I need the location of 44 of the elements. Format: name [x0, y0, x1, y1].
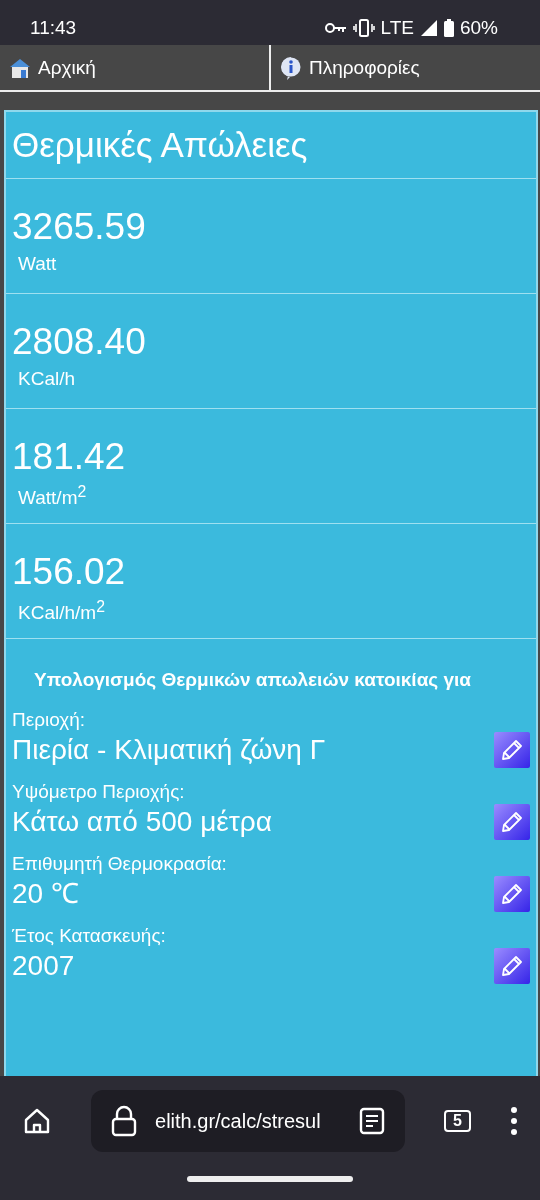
input-label: Υψόμετρο Περιοχής:: [12, 780, 186, 804]
pencil-icon: [500, 882, 524, 906]
result-value: 2808.40: [12, 322, 147, 362]
section-heading: Υπολογισμός Θερμικών απωλειών κατοικίας για: [33, 668, 472, 692]
input-value: Πιερία - Κλιματική ζώνη Γ: [12, 733, 326, 767]
input-value: Κάτω από 500 μέτρα: [12, 805, 272, 839]
home-icon[interactable]: [22, 1106, 52, 1136]
battery-level: 60%: [459, 17, 498, 39]
pencil-icon: [500, 954, 524, 978]
input-value: 20 ℃: [12, 877, 79, 911]
status-time: 11:43: [30, 17, 77, 39]
input-value: 2007: [12, 949, 75, 983]
input-label: Περιοχή:: [12, 708, 87, 732]
edit-button[interactable]: [494, 804, 530, 840]
input-label: Επιθυμητή Θερμοκρασία:: [12, 852, 228, 876]
edit-button[interactable]: [494, 876, 530, 912]
page-title: Θερμικές Απώλειες: [12, 125, 308, 165]
pencil-icon: [500, 738, 524, 762]
result-value: 181.42: [12, 437, 127, 477]
signal-icon: [419, 19, 438, 37]
input-label: Έτος Κατασκευής:: [12, 924, 167, 948]
reader-icon[interactable]: [359, 1107, 386, 1135]
nav-tab[interactable]: Πληροφορίες: [271, 45, 540, 90]
address-bar[interactable]: elith.gr/calc/stresul: [91, 1090, 406, 1152]
result-value: 156.02: [12, 552, 127, 592]
edit-button[interactable]: [494, 948, 530, 984]
result-unit: Watt/m$^{2}$: [18, 483, 88, 510]
result-unit: KCal/h/m$^{2}$: [18, 598, 106, 625]
result-unit: KCal/h: [18, 368, 77, 390]
edit-button[interactable]: [494, 732, 530, 768]
lock-icon: [111, 1105, 138, 1137]
pencil-icon: [500, 810, 524, 834]
network-type: LTE: [380, 17, 414, 39]
result-unit: Watt: [18, 253, 58, 275]
url-text: elith.gr/calc/stresul: [155, 1109, 322, 1133]
vibrate-icon: [352, 19, 375, 37]
key-icon: [324, 22, 347, 34]
tab-count-button[interactable]: 5: [444, 1110, 471, 1132]
nav-tab[interactable]: Αρχική: [0, 45, 271, 90]
result-value: 3265.59: [12, 207, 147, 247]
battery-icon: [443, 19, 454, 37]
more-icon[interactable]: [510, 1106, 518, 1136]
house-icon: [8, 56, 32, 79]
info-icon: [279, 55, 303, 80]
